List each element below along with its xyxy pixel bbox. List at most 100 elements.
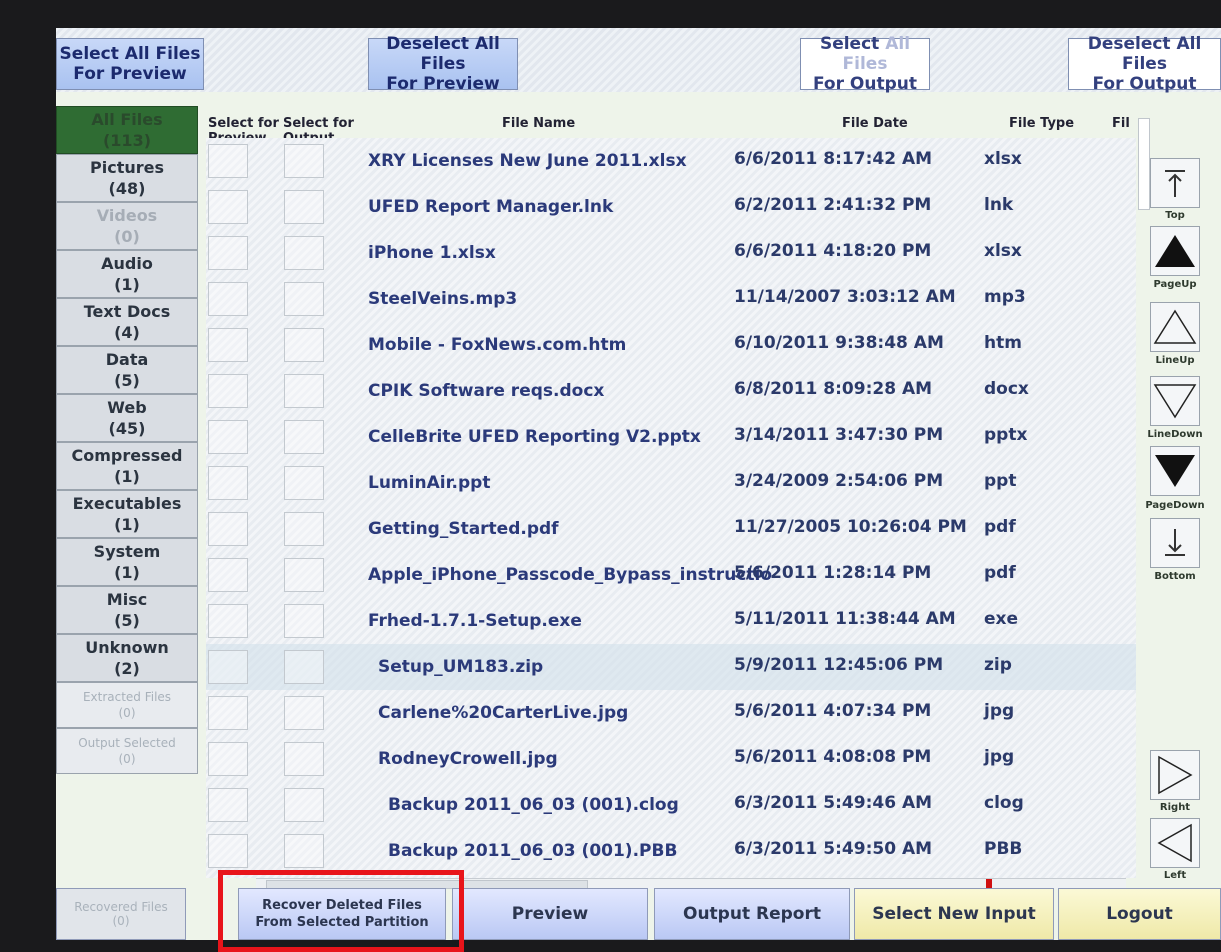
category-button[interactable]: Compressed (1) — [56, 442, 198, 490]
page-down-button[interactable] — [1150, 446, 1200, 496]
output-checkbox[interactable] — [284, 420, 324, 454]
category-button[interactable]: Data (5) — [56, 346, 198, 394]
page-up-button[interactable] — [1150, 226, 1200, 276]
output-checkbox[interactable] — [284, 328, 324, 362]
select-all-preview-button[interactable]: Select All Files For Preview — [56, 38, 204, 90]
file-row[interactable]: XRY Licenses New June 2011.xlsx 6/6/2011 … — [206, 138, 1136, 184]
category-button[interactable]: Executables (1) — [56, 490, 198, 538]
deselect-all-preview-button[interactable]: Deselect All Files For Preview — [368, 34, 518, 94]
output-checkbox[interactable] — [284, 512, 324, 546]
output-checkbox[interactable] — [284, 604, 324, 638]
preview-checkbox[interactable] — [208, 558, 248, 592]
category-label: Output Selected — [78, 736, 176, 750]
logout-button[interactable]: Logout — [1058, 888, 1221, 940]
file-row[interactable]: Frhed-1.7.1-Setup.exe 5/11/2011 11:38:44 … — [206, 598, 1136, 644]
right-button[interactable] — [1150, 750, 1200, 800]
button-label-line1: Deselect All Files — [1087, 34, 1202, 74]
preview-checkbox[interactable] — [208, 650, 248, 684]
output-checkbox[interactable] — [284, 558, 324, 592]
file-row[interactable]: Apple_iPhone_Passcode_Bypass_instructio 5… — [206, 552, 1136, 598]
left-button[interactable] — [1150, 818, 1200, 868]
category-button[interactable]: Misc (5) — [56, 586, 198, 634]
deselect-all-output-button[interactable]: Deselect All Files For Output — [1068, 34, 1221, 94]
preview-checkbox[interactable] — [208, 834, 248, 868]
category-count: (45) — [108, 419, 146, 438]
line-down-button[interactable] — [1150, 376, 1200, 426]
output-checkbox[interactable] — [284, 466, 324, 500]
file-row[interactable]: SteelVeins.mp3 11/14/2007 3:03:12 AM mp3 — [206, 276, 1136, 322]
button-label-line1: Select All Files — [801, 34, 929, 74]
category-button[interactable]: Unknown (2) — [56, 634, 198, 682]
file-row[interactable]: Mobile - FoxNews.com.htm 6/10/2011 9:38:4… — [206, 322, 1136, 368]
file-type: docx — [984, 379, 1029, 399]
category-label: All Files — [91, 110, 163, 129]
arrow-to-bottom-icon — [1165, 529, 1185, 556]
output-checkbox[interactable] — [284, 374, 324, 408]
select-new-input-button[interactable]: Select New Input — [854, 888, 1054, 940]
file-name: Backup 2011_06_03 (001).clog — [388, 795, 679, 815]
file-row[interactable]: Carlene%20CarterLive.jpg 5/6/2011 4:07:34… — [206, 690, 1136, 736]
column-header-file-type[interactable]: File Type — [1009, 116, 1074, 131]
output-report-button[interactable]: Output Report — [654, 888, 850, 940]
file-date: 5/6/2011 4:08:08 PM — [734, 747, 932, 767]
output-checkbox[interactable] — [284, 696, 324, 730]
output-checkbox[interactable] — [284, 650, 324, 684]
preview-checkbox[interactable] — [208, 190, 248, 224]
file-type: pdf — [984, 563, 1016, 583]
select-all-output-button[interactable]: Select All Files For Output — [800, 34, 930, 94]
category-label: Misc — [106, 590, 148, 609]
file-row[interactable]: iPhone 1.xlsx 6/6/2011 4:18:20 PM xlsx — [206, 230, 1136, 276]
preview-checkbox[interactable] — [208, 144, 248, 178]
preview-checkbox[interactable] — [208, 466, 248, 500]
category-button[interactable]: Videos (0) — [56, 202, 198, 250]
output-checkbox[interactable] — [284, 834, 324, 868]
file-row[interactable]: Getting_Started.pdf 11/27/2005 10:26:04 P… — [206, 506, 1136, 552]
column-header-file-size[interactable]: Fil — [1112, 116, 1130, 131]
preview-checkbox[interactable] — [208, 696, 248, 730]
file-date: 6/2/2011 2:41:32 PM — [734, 195, 932, 215]
preview-checkbox[interactable] — [208, 420, 248, 454]
category-button[interactable]: System (1) — [56, 538, 198, 586]
category-button[interactable]: Text Docs (4) — [56, 298, 198, 346]
bottom-button[interactable] — [1150, 518, 1200, 568]
output-checkbox[interactable] — [284, 144, 324, 178]
category-button[interactable]: Web (45) — [56, 394, 198, 442]
preview-checkbox[interactable] — [208, 236, 248, 270]
preview-checkbox[interactable] — [208, 374, 248, 408]
right-label: Right — [1159, 802, 1191, 813]
category-button[interactable]: Audio (1) — [56, 250, 198, 298]
file-name: XRY Licenses New June 2011.xlsx — [368, 151, 687, 171]
output-checkbox[interactable] — [284, 742, 324, 776]
preview-checkbox[interactable] — [208, 788, 248, 822]
file-type: pdf — [984, 517, 1016, 537]
preview-checkbox[interactable] — [208, 604, 248, 638]
column-header-file-date[interactable]: File Date — [842, 116, 908, 131]
category-button[interactable]: All Files (113) — [56, 106, 198, 154]
output-checkbox[interactable] — [284, 282, 324, 316]
output-checkbox[interactable] — [284, 788, 324, 822]
top-button[interactable] — [1150, 158, 1200, 208]
file-row[interactable]: CelleBrite UFED Reporting V2.pptx 3/14/20… — [206, 414, 1136, 460]
preview-checkbox[interactable] — [208, 328, 248, 362]
output-checkbox[interactable] — [284, 236, 324, 270]
preview-checkbox[interactable] — [208, 512, 248, 546]
column-header-file-name[interactable]: File Name — [502, 116, 575, 131]
file-row[interactable]: LuminAir.ppt 3/24/2009 2:54:06 PM ppt — [206, 460, 1136, 506]
preview-checkbox[interactable] — [208, 742, 248, 776]
file-row[interactable]: Backup 2011_06_03 (001).PBB 6/3/2011 5:49… — [206, 828, 1136, 874]
line-down-label: LineDown — [1147, 429, 1203, 440]
output-checkbox[interactable] — [284, 190, 324, 224]
category-button[interactable]: Pictures (48) — [56, 154, 198, 202]
preview-button[interactable]: Preview — [452, 888, 648, 940]
line-up-button[interactable] — [1150, 302, 1200, 352]
category-label: Compressed — [71, 446, 183, 465]
file-row[interactable]: Backup 2011_06_03 (001).clog 6/3/2011 5:4… — [206, 782, 1136, 828]
file-row[interactable]: CPIK Software reqs.docx 6/8/2011 8:09:28 … — [206, 368, 1136, 414]
top-label: Top — [1165, 210, 1185, 221]
file-row[interactable]: RodneyCrowell.jpg 5/6/2011 4:08:08 PM jpg — [206, 736, 1136, 782]
vertical-scrollbar[interactable] — [1138, 118, 1150, 210]
file-name: CPIK Software reqs.docx — [368, 381, 605, 401]
file-row[interactable]: Setup_UM183.zip 5/9/2011 12:45:06 PM zip — [206, 644, 1136, 690]
file-row[interactable]: UFED Report Manager.lnk 6/2/2011 2:41:32 … — [206, 184, 1136, 230]
preview-checkbox[interactable] — [208, 282, 248, 316]
